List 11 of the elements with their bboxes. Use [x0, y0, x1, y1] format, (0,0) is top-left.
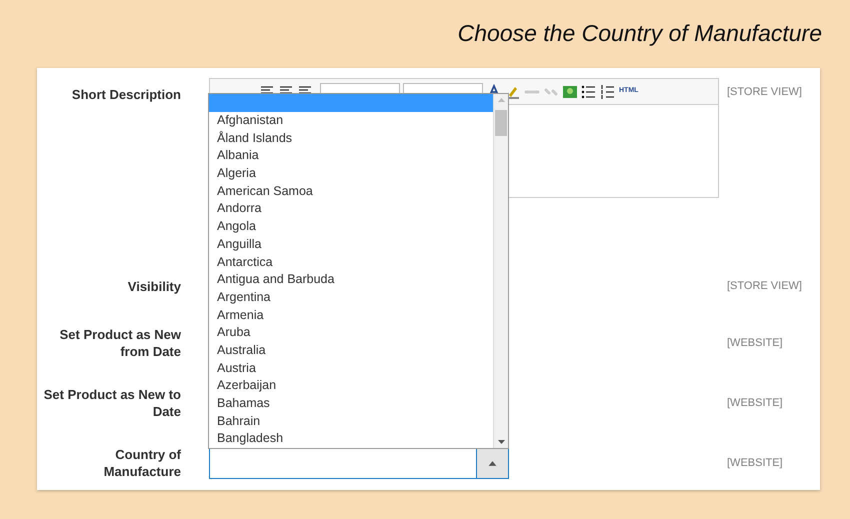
page-title: Choose the Country of Manufacture [458, 19, 822, 48]
scope-label: [STORE VIEW] [727, 278, 803, 294]
scope-label: [WEBSITE] [727, 396, 784, 411]
field-label: Short Description [70, 86, 181, 103]
field-label: Country of Manufacture [102, 446, 181, 480]
field-label: Set Product as New to Date [42, 386, 181, 420]
field-label: Set Product as New from Date [58, 326, 181, 360]
field-label: Visibility [126, 278, 181, 294]
scope-label: [WEBSITE] [727, 456, 784, 471]
scope-label: [WEBSITE] [727, 336, 784, 351]
scope-label: [STORE VIEW] [727, 85, 803, 100]
